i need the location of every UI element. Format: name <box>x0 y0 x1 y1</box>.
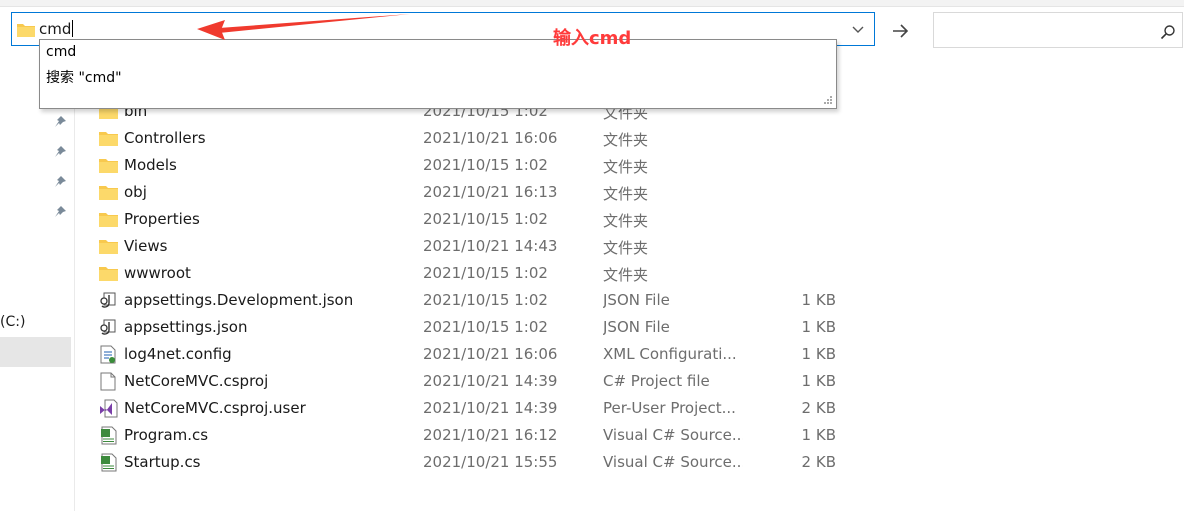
pin-icon[interactable] <box>53 205 67 219</box>
file-type: JSON File <box>603 291 670 309</box>
file-date: 2021/10/15 1:02 <box>423 264 548 282</box>
file-name: log4net.config <box>124 345 232 363</box>
window-top-edge <box>0 0 1184 7</box>
file-size: 2 KB <box>801 399 836 417</box>
file-row[interactable]: Views 2021/10/21 14:43 文件夹 <box>98 233 858 260</box>
text-caret <box>72 20 74 37</box>
resize-grip-icon[interactable] <box>823 95 833 105</box>
file-name: NetCoreMVC.csproj.user <box>124 399 306 417</box>
visual-studio-file-icon <box>100 399 118 418</box>
file-name: obj <box>124 183 147 201</box>
file-type: 文件夹 <box>603 131 649 149</box>
file-type: 文件夹 <box>603 212 649 230</box>
pin-icon[interactable] <box>53 145 67 159</box>
file-name: Startup.cs <box>124 453 201 471</box>
file-date: 2021/10/15 1:02 <box>423 156 548 174</box>
blank-file-icon <box>100 372 116 391</box>
folder-icon <box>17 24 35 37</box>
file-row[interactable]: log4net.config 2021/10/21 16:06 XML Conf… <box>98 341 858 368</box>
csharp-file-icon <box>101 453 117 472</box>
drive-c-label[interactable]: (C:) <box>0 314 25 330</box>
file-type: 文件夹 <box>603 185 649 203</box>
file-type: Visual C# Source... <box>603 453 743 471</box>
file-name: Program.cs <box>124 426 209 444</box>
config-file-icon <box>100 345 116 364</box>
file-row[interactable]: Program.cs 2021/10/21 16:12 Visual C# So… <box>98 422 858 449</box>
autocomplete-dropdown: cmd 搜索 "cmd" <box>39 39 837 109</box>
file-type: 文件夹 <box>603 239 649 257</box>
go-arrow-icon[interactable] <box>885 16 915 46</box>
file-name: Models <box>124 156 177 174</box>
file-type: C# Project file <box>603 372 710 390</box>
chevron-down-icon[interactable] <box>851 24 865 36</box>
file-type: XML Configurati... <box>603 345 737 363</box>
folder-icon <box>99 132 118 146</box>
file-row[interactable]: obj 2021/10/21 16:13 文件夹 <box>98 179 858 206</box>
file-row[interactable]: Properties 2021/10/15 1:02 文件夹 <box>98 206 858 233</box>
file-date: 2021/10/21 14:39 <box>423 372 558 390</box>
file-type: Visual C# Source... <box>603 426 743 444</box>
pin-icon[interactable] <box>53 115 67 129</box>
file-type: JSON File <box>603 318 670 336</box>
folder-icon <box>99 186 118 200</box>
file-name: NetCoreMVC.csproj <box>124 372 269 390</box>
file-date: 2021/10/21 16:06 <box>423 345 558 363</box>
autocomplete-item[interactable]: 搜索 "cmd" <box>46 67 122 87</box>
file-size: 1 KB <box>801 291 836 309</box>
file-name: Controllers <box>124 129 206 147</box>
nav-selected-item[interactable] <box>0 337 71 367</box>
file-row[interactable]: Startup.cs 2021/10/21 15:55 Visual C# So… <box>98 449 858 476</box>
file-row[interactable]: Controllers 2021/10/21 16:06 文件夹 <box>98 125 858 152</box>
file-type: 文件夹 <box>603 158 649 176</box>
file-size: 2 KB <box>801 453 836 471</box>
folder-icon <box>99 240 118 254</box>
csharp-file-icon <box>101 426 117 445</box>
file-name: Views <box>124 237 168 255</box>
file-date: 2021/10/21 16:06 <box>423 129 558 147</box>
json-file-icon <box>100 292 116 308</box>
file-date: 2021/10/15 1:02 <box>423 291 548 309</box>
folder-icon <box>99 159 118 173</box>
file-date: 2021/10/15 1:02 <box>423 318 548 336</box>
file-date: 2021/10/21 16:12 <box>423 426 558 444</box>
file-name: appsettings.Development.json <box>124 291 354 309</box>
search-box[interactable] <box>933 12 1183 48</box>
file-date: 2021/10/21 16:13 <box>423 183 558 201</box>
file-size: 1 KB <box>801 426 836 444</box>
file-size: 1 KB <box>801 372 836 390</box>
file-row[interactable]: appsettings.json 2021/10/15 1:02 JSON Fi… <box>98 314 858 341</box>
address-input[interactable]: cmd <box>39 20 74 38</box>
file-date: 2021/10/21 14:39 <box>423 399 558 417</box>
file-row[interactable]: NetCoreMVC.csproj 2021/10/21 14:39 C# Pr… <box>98 368 858 395</box>
folder-icon <box>99 267 118 281</box>
pin-icon[interactable] <box>53 175 67 189</box>
file-name: Properties <box>124 210 200 228</box>
file-row[interactable]: appsettings.Development.json 2021/10/15 … <box>98 287 858 314</box>
file-type: Per-User Project... <box>603 399 736 417</box>
file-date: 2021/10/21 15:55 <box>423 453 558 471</box>
file-type: 文件夹 <box>603 266 649 284</box>
file-size: 1 KB <box>801 318 836 336</box>
file-row[interactable]: NetCoreMVC.csproj.user 2021/10/21 14:39 … <box>98 395 858 422</box>
navigation-pane: (C:) <box>0 100 75 511</box>
autocomplete-item[interactable]: cmd <box>46 44 76 60</box>
annotation-text: 输入cmd <box>553 28 632 49</box>
file-date: 2021/10/15 1:02 <box>423 210 548 228</box>
file-row[interactable]: wwwroot 2021/10/15 1:02 文件夹 <box>98 260 858 287</box>
file-row[interactable]: Models 2021/10/15 1:02 文件夹 <box>98 152 858 179</box>
file-name: appsettings.json <box>124 318 248 336</box>
file-name: wwwroot <box>124 264 191 282</box>
folder-icon <box>99 213 118 227</box>
json-file-icon <box>100 319 116 335</box>
search-icon <box>1160 25 1175 40</box>
file-size: 1 KB <box>801 345 836 363</box>
file-date: 2021/10/21 14:43 <box>423 237 558 255</box>
annotation-arrow <box>197 14 410 40</box>
